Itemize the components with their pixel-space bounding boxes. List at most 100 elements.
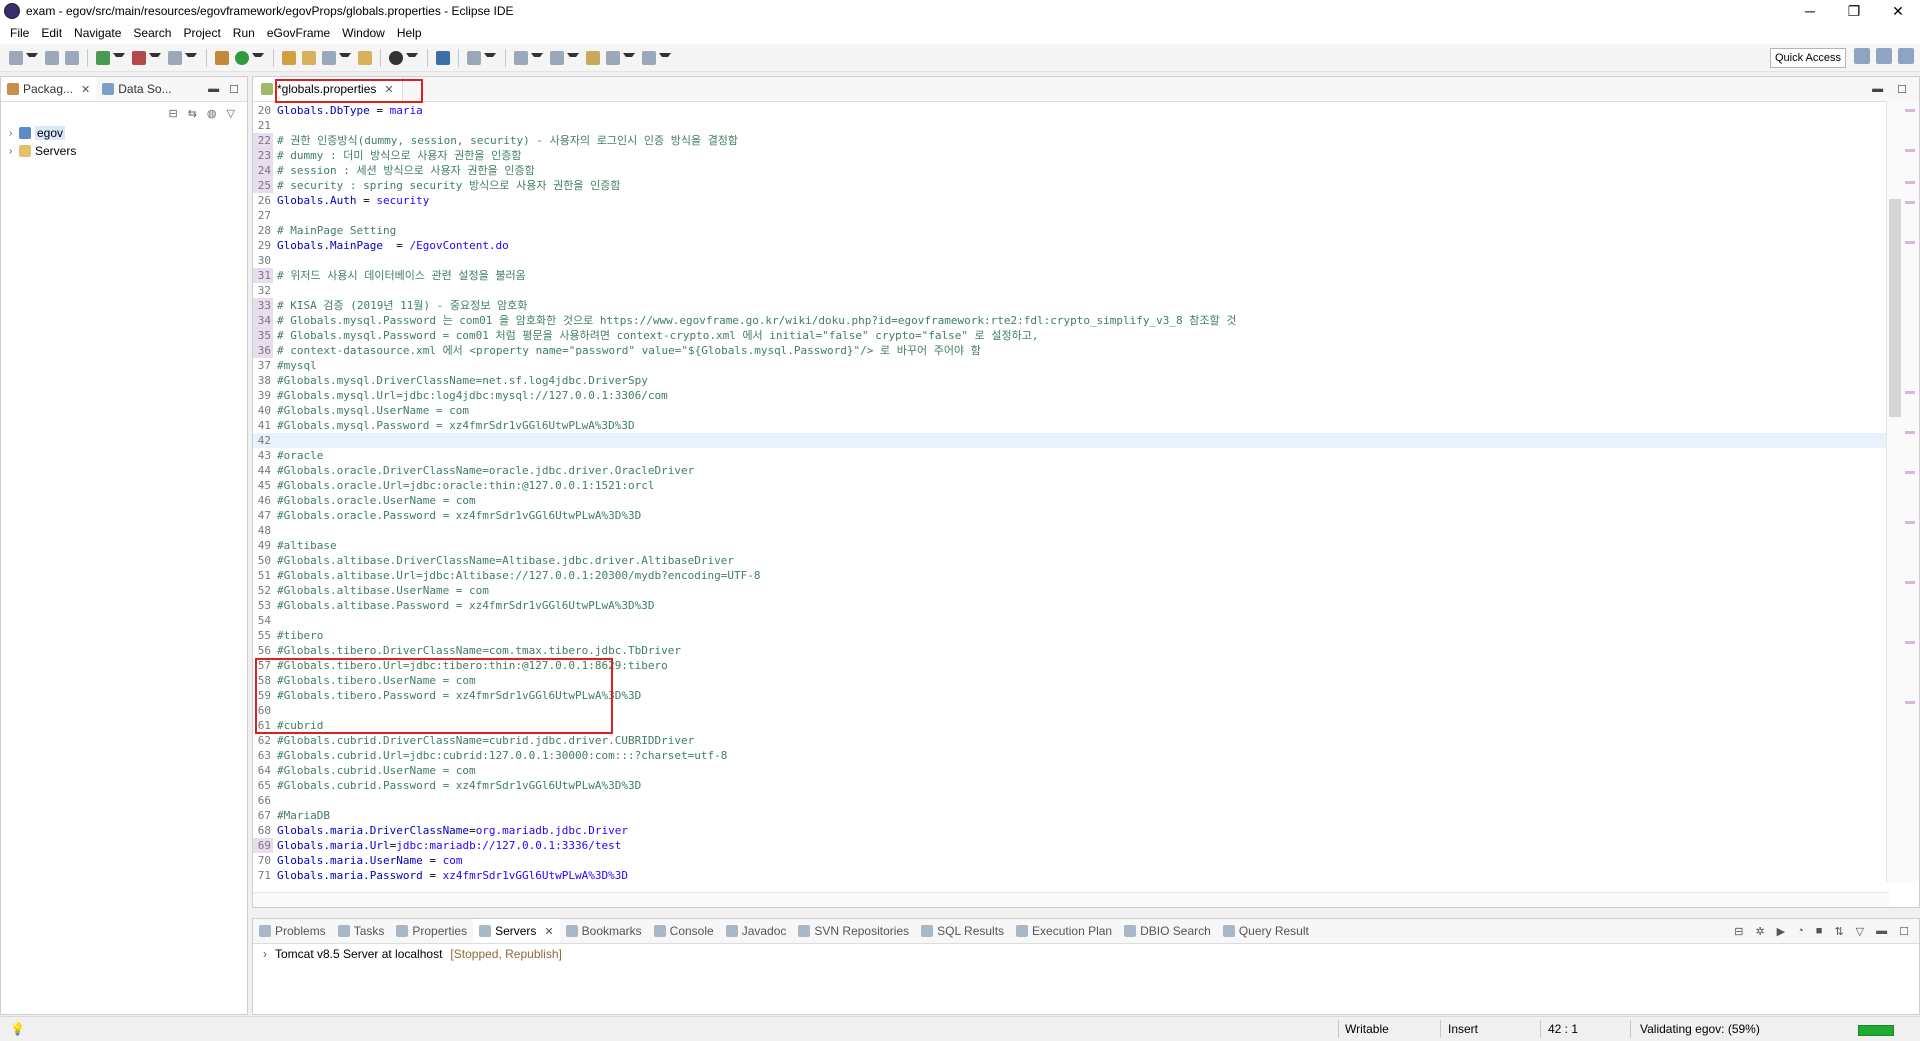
menu-navigate[interactable]: Navigate [68, 26, 127, 40]
code-line[interactable]: 37 #mysql [253, 358, 1889, 373]
code-line[interactable]: 51 #Globals.altibase.Url=jdbc:Altibase://… [253, 568, 1889, 583]
code-line[interactable]: 41 #Globals.mysql.Password = xz4fmrSdr1vG… [253, 418, 1889, 433]
pin-dropdown-icon[interactable] [484, 52, 496, 63]
view-menu-icon[interactable]: ▽ [1856, 925, 1864, 938]
code-line[interactable]: 28 # MainPage Setting [253, 223, 1889, 238]
next-annotation-dropdown-icon[interactable] [531, 52, 543, 63]
menu-file[interactable]: File [4, 26, 35, 40]
horizontal-scrollbar[interactable] [253, 892, 1889, 907]
code-line[interactable]: 40 #Globals.mysql.UserName = com [253, 403, 1889, 418]
open-type-icon[interactable] [282, 50, 296, 65]
server-row[interactable]: › Tomcat v8.5 Server at localhost [Stopp… [253, 944, 1919, 964]
open-perspective-icon[interactable] [1854, 48, 1870, 64]
forward-icon[interactable] [642, 50, 656, 65]
close-icon[interactable]: ✕ [544, 925, 553, 938]
code-line[interactable]: 25 # security : spring security 방식으로 사용자 … [253, 178, 1889, 193]
code-line[interactable]: 34 # Globals.mysql.Password 는 com01 을 암호화… [253, 313, 1889, 328]
egov-perspective-icon[interactable] [1898, 48, 1914, 64]
profile-server-icon[interactable]: ◔ [1797, 925, 1804, 938]
tab-problems[interactable]: Problems [253, 924, 332, 938]
run-icon[interactable] [235, 50, 249, 65]
tab-tasks[interactable]: Tasks [332, 924, 391, 938]
next-annotation-icon[interactable] [514, 50, 528, 65]
code-line[interactable]: 39 #Globals.mysql.Url=jdbc:log4jdbc:mysql… [253, 388, 1889, 403]
code-line[interactable]: 24 # session : 세션 방식으로 사용자 권한을 인증함 [253, 163, 1889, 178]
code-line[interactable]: 44 #Globals.oracle.DriverClassName=oracle… [253, 463, 1889, 478]
back-icon[interactable] [606, 50, 620, 65]
code-line[interactable]: 55 #tibero [253, 628, 1889, 643]
code-line[interactable]: 48 [253, 523, 1889, 538]
code-line[interactable]: 52 #Globals.altibase.UserName = com [253, 583, 1889, 598]
code-line[interactable]: 54 [253, 613, 1889, 628]
forward-dropdown-icon[interactable] [659, 52, 671, 63]
quick-access-input[interactable]: Quick Access [1769, 48, 1846, 68]
code-line[interactable]: 64 #Globals.cubrid.UserName = com [253, 763, 1889, 778]
tree-item-servers[interactable]: › Servers [1, 142, 247, 160]
debug-icon[interactable] [96, 50, 110, 65]
code-line[interactable]: 67 #MariaDB [253, 808, 1889, 823]
new-dropdown-icon[interactable] [26, 52, 38, 63]
tab-properties[interactable]: Properties [390, 924, 473, 938]
view-menu-icon[interactable]: ▽ [227, 107, 235, 120]
disconnect-dropdown-icon[interactable] [185, 52, 197, 63]
stop-icon[interactable] [132, 50, 146, 65]
code-line[interactable]: 23 # dummy : 더미 방식으로 사용자 권한을 인증함 [253, 148, 1889, 163]
tab-bookmarks[interactable]: Bookmarks [560, 924, 648, 938]
terminal-icon[interactable] [436, 50, 450, 65]
status-job[interactable]: Validating egov: (59%) [1640, 1017, 1760, 1041]
tab-javadoc[interactable]: Javadoc [720, 924, 793, 938]
code-line[interactable]: 66 [253, 793, 1889, 808]
maximize-view-icon[interactable]: ☐ [1897, 83, 1907, 96]
minimize-view-icon[interactable]: ▬ [1876, 925, 1887, 938]
tab-package-explorer[interactable]: Packag... ✕ [1, 77, 97, 101]
code-line[interactable]: 22 # 권한 인증방식(dummy, session, security) - … [253, 133, 1889, 148]
code-line[interactable]: 50 #Globals.altibase.DriverClassName=Alti… [253, 553, 1889, 568]
maximize-view-icon[interactable]: ☐ [229, 83, 239, 96]
prev-annotation-dropdown-icon[interactable] [567, 52, 579, 63]
minimize-view-icon[interactable]: ▬ [1872, 83, 1883, 96]
tab-query-result[interactable]: Query Result [1217, 924, 1315, 938]
menu-project[interactable]: Project [177, 26, 226, 40]
code-line[interactable]: 49 #altibase [253, 538, 1889, 553]
stop-dropdown-icon[interactable] [149, 52, 161, 63]
run-dropdown-icon[interactable] [252, 52, 264, 63]
code-line[interactable]: 46 #Globals.oracle.UserName = com [253, 493, 1889, 508]
code-line[interactable]: 47 #Globals.oracle.Password = xz4fmrSdr1v… [253, 508, 1889, 523]
collapse-all-icon[interactable]: ⊟ [168, 107, 177, 120]
code-line[interactable]: 56 #Globals.tibero.DriverClassName=com.tm… [253, 643, 1889, 658]
close-icon[interactable]: ✕ [81, 83, 90, 96]
vertical-scrollbar[interactable] [1886, 101, 1919, 883]
maximize-button[interactable]: ❐ [1832, 0, 1876, 22]
minimize-view-icon[interactable]: ▬ [208, 83, 219, 96]
tab-console[interactable]: Console [648, 924, 720, 938]
debug-dropdown-icon[interactable] [113, 52, 125, 63]
code-line[interactable]: 36 # context-datasource.xml 에서 <property … [253, 343, 1889, 358]
tab-servers[interactable]: Servers ✕ [473, 919, 560, 943]
code-line[interactable]: 32 [253, 283, 1889, 298]
java-ee-perspective-icon[interactable] [1876, 48, 1892, 64]
code-line[interactable]: 27 [253, 208, 1889, 223]
last-edit-icon[interactable] [586, 50, 600, 65]
code-line[interactable]: 21 [253, 118, 1889, 133]
code-line[interactable]: 26 Globals.Auth = security [253, 193, 1889, 208]
chevron-right-icon[interactable]: › [9, 146, 19, 157]
user-icon[interactable] [389, 50, 403, 65]
focus-icon[interactable]: ◍ [207, 107, 217, 120]
tab-sql-results[interactable]: SQL Results [915, 924, 1010, 938]
code-line[interactable]: 63 #Globals.cubrid.Url=jdbc:cubrid:127.0.… [253, 748, 1889, 763]
disconnect-icon[interactable] [168, 50, 182, 65]
lightbulb-icon[interactable]: 💡 [10, 1017, 25, 1041]
minimize-button[interactable]: ─ [1788, 0, 1832, 22]
tab-data-source[interactable]: Data So... [96, 77, 177, 101]
save-all-icon[interactable] [65, 50, 79, 65]
brush-dropdown-icon[interactable] [339, 52, 351, 63]
code-line[interactable]: 62 #Globals.cubrid.DriverClassName=cubrid… [253, 733, 1889, 748]
tab-execution-plan[interactable]: Execution Plan [1010, 924, 1118, 938]
code-line[interactable]: 29 Globals.MainPage = /EgovContent.do [253, 238, 1889, 253]
prev-annotation-icon[interactable] [550, 50, 564, 65]
code-line[interactable]: 33 # KISA 검증 (2019년 11월) - 중요정보 암호화 [253, 298, 1889, 313]
tab-svn-repositories[interactable]: SVN Repositories [792, 924, 915, 938]
open-folder-icon[interactable] [302, 50, 316, 65]
menu-search[interactable]: Search [127, 26, 177, 40]
stop-server-icon[interactable]: ■ [1816, 925, 1823, 938]
